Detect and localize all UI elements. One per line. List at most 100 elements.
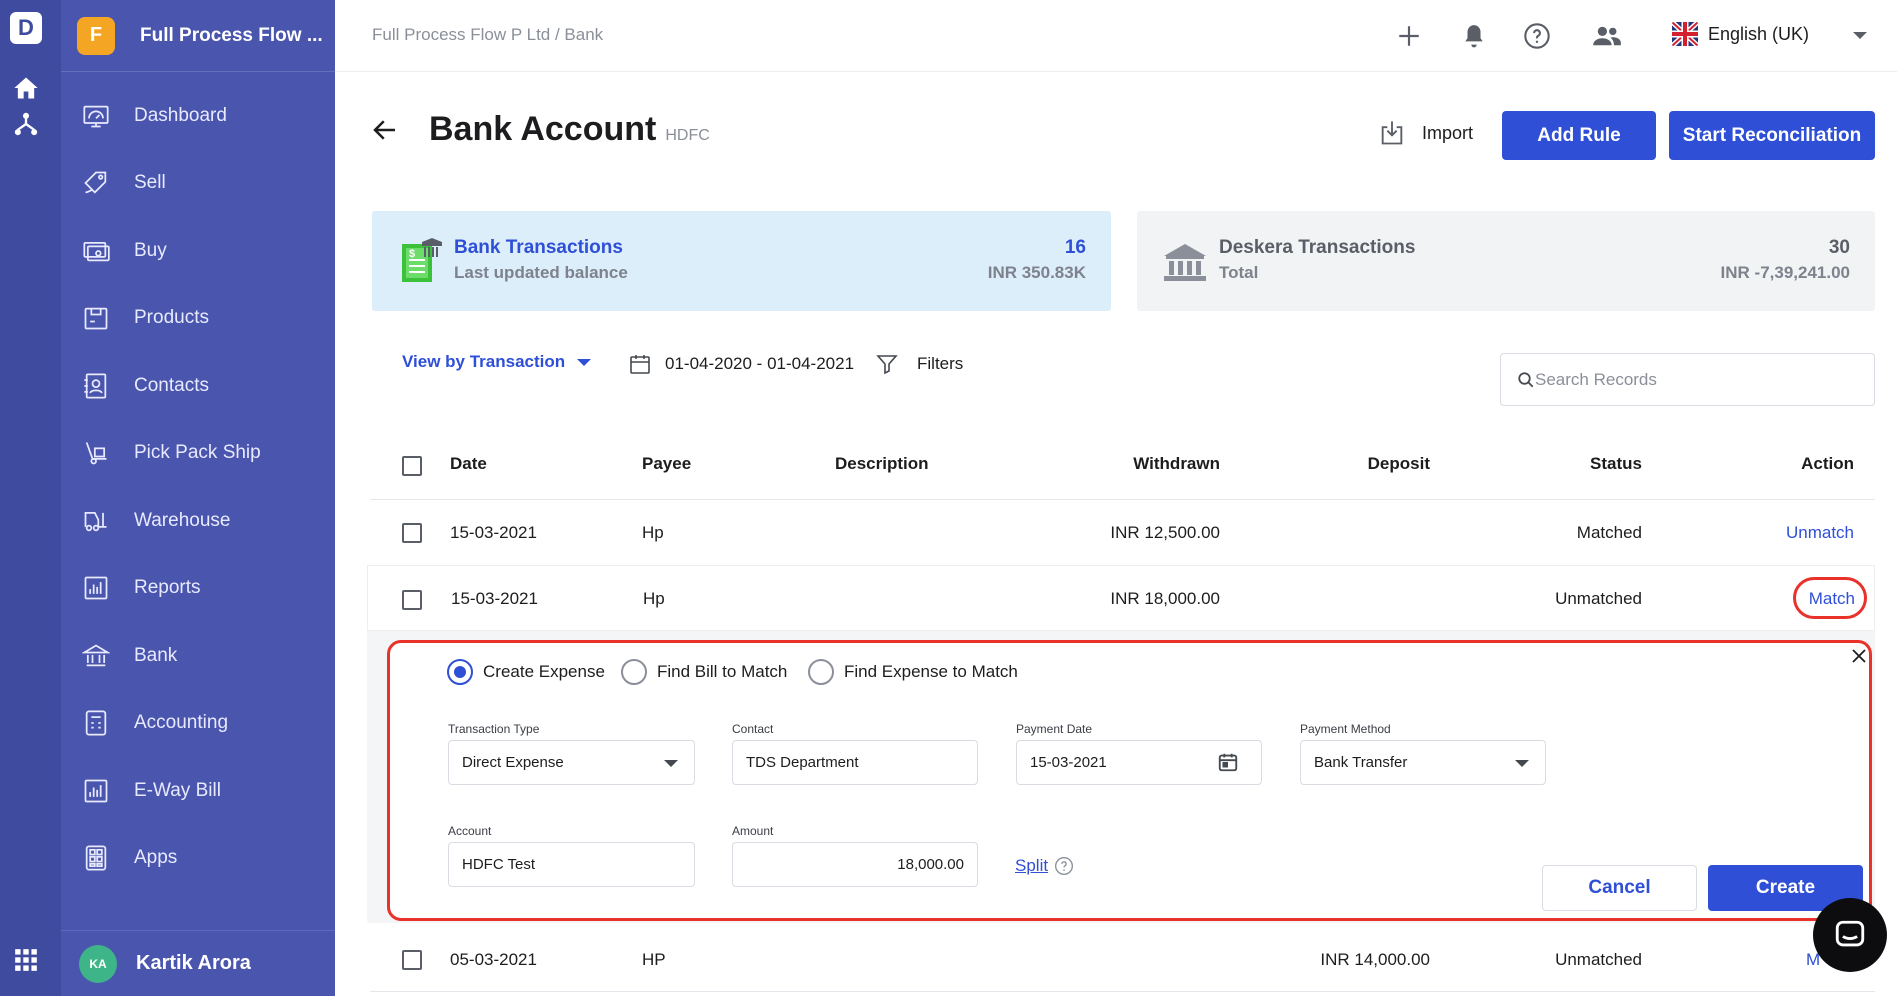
column-header-deposit[interactable]: Deposit: [1368, 454, 1430, 474]
apps-menu-icon[interactable]: [10, 944, 42, 976]
hand-truck-icon: [81, 438, 111, 468]
import-button[interactable]: Import: [1378, 119, 1473, 147]
back-arrow-icon[interactable]: [370, 115, 400, 145]
date-range-picker[interactable]: 01-04-2020 - 01-04-2021: [628, 352, 854, 376]
row-date: 15-03-2021: [450, 523, 537, 542]
radio-label: Create Expense: [483, 662, 605, 681]
unmatch-link[interactable]: Unmatch: [1786, 523, 1854, 543]
row-checkbox[interactable]: [402, 523, 422, 543]
close-icon[interactable]: [1850, 647, 1868, 665]
start-reconciliation-button[interactable]: Start Reconciliation: [1669, 111, 1875, 160]
row-withdrawn: INR 18,000.00: [1110, 589, 1220, 608]
sidebar-item-buy[interactable]: Buy: [61, 217, 335, 285]
sidebar-item-contacts[interactable]: Contacts: [61, 352, 335, 420]
sidebar-item-warehouse[interactable]: Warehouse: [61, 487, 335, 555]
sidebar-item-e-way-bill[interactable]: E-Way Bill: [61, 757, 335, 825]
help-icon[interactable]: [1054, 856, 1074, 876]
home-icon[interactable]: [10, 72, 42, 104]
org-chart-icon[interactable]: [10, 108, 42, 140]
column-header-status[interactable]: Status: [1590, 454, 1642, 474]
breadcrumb[interactable]: Full Process Flow P Ltd / Bank: [372, 25, 603, 45]
org-badge: F: [77, 16, 115, 55]
column-header-payee[interactable]: Payee: [642, 454, 691, 474]
amount-label: Amount: [732, 824, 774, 838]
radio-button-selected: [447, 659, 473, 685]
split-link[interactable]: Split: [1015, 856, 1074, 876]
cancel-button[interactable]: Cancel: [1542, 865, 1697, 911]
user-profile[interactable]: KA Kartik Arora: [61, 930, 335, 996]
payment-date-field[interactable]: 15-03-2021: [1016, 740, 1262, 785]
users-icon[interactable]: [1591, 20, 1623, 52]
sidebar-item-label: Products: [134, 307, 209, 329]
page-title: Bank Account: [429, 110, 657, 148]
split-label: Split: [1015, 856, 1049, 875]
sidebar-item-label: Pick Pack Ship: [134, 442, 261, 464]
org-switcher[interactable]: F Full Process Flow ...: [61, 0, 335, 72]
sidebar-item-dashboard[interactable]: Dashboard: [61, 82, 335, 150]
row-checkbox[interactable]: [402, 950, 422, 970]
bank-transactions-card[interactable]: $ Bank Transactions Last updated balance…: [372, 211, 1111, 311]
products-box-icon: [81, 303, 111, 333]
deskera-logo[interactable]: D: [10, 12, 42, 44]
filters-label: Filters: [917, 354, 964, 373]
sidebar-item-label: Bank: [134, 644, 178, 666]
help-icon[interactable]: [1521, 20, 1553, 52]
column-header-description[interactable]: Description: [835, 454, 929, 474]
payment-method-select[interactable]: Bank Transfer: [1300, 740, 1546, 785]
sidebar-item-accounting[interactable]: Accounting: [61, 690, 335, 758]
row-status: Matched: [1576, 523, 1642, 542]
row-payee: Hp: [643, 589, 665, 608]
divider: [370, 991, 1875, 992]
payment-date-label: Payment Date: [1016, 722, 1093, 736]
app-rail: D: [0, 0, 61, 996]
column-header-withdrawn[interactable]: Withdrawn: [1133, 454, 1220, 474]
search-icon: [1517, 371, 1535, 389]
sidebar-item-products[interactable]: Products: [61, 285, 335, 353]
account-field[interactable]: HDFC Test: [448, 842, 695, 887]
radio-create-expense[interactable]: Create Expense: [447, 659, 605, 685]
contact-field[interactable]: TDS Department: [732, 740, 978, 785]
sidebar-item-pick-pack-ship[interactable]: Pick Pack Ship: [61, 420, 335, 488]
row-date: 05-03-2021: [450, 950, 537, 969]
column-header-action[interactable]: Action: [1801, 454, 1854, 474]
add-rule-button[interactable]: Add Rule: [1502, 111, 1656, 160]
radio-find-expense-to-match[interactable]: Find Expense to Match: [808, 659, 1018, 685]
field-value: Bank Transfer: [1314, 754, 1408, 771]
field-value: HDFC Test: [462, 856, 536, 873]
sidebar-item-label: Warehouse: [134, 509, 231, 531]
sell-tag-icon: [81, 168, 111, 198]
chevron-down-icon[interactable]: [1853, 32, 1867, 39]
import-icon: [1378, 119, 1406, 147]
view-selector[interactable]: View by Transaction: [402, 352, 592, 372]
row-checkbox[interactable]: [402, 590, 422, 610]
sidebar-item-reports[interactable]: Reports: [61, 555, 335, 623]
select-all-checkbox[interactable]: [402, 456, 422, 476]
chat-icon: [1833, 918, 1867, 952]
match-link[interactable]: Match: [1809, 589, 1855, 609]
transaction-type-select[interactable]: Direct Expense: [448, 740, 695, 785]
deskera-transactions-card[interactable]: Deskera Transactions Total 30 INR -7,39,…: [1137, 211, 1875, 311]
search-input[interactable]: Search Records: [1500, 353, 1875, 406]
language-selector[interactable]: English (UK): [1672, 22, 1809, 46]
forklift-icon: [81, 506, 111, 536]
radio-button: [808, 659, 834, 685]
bank-icon: [81, 641, 111, 671]
sidebar-item-apps[interactable]: Apps: [61, 825, 335, 893]
plus-icon[interactable]: [1393, 20, 1425, 52]
sidebar-item-label: E-Way Bill: [134, 779, 221, 801]
view-label: View by Transaction: [402, 352, 566, 371]
import-label: Import: [1422, 122, 1474, 143]
calendar-icon[interactable]: [1217, 751, 1239, 773]
amount-field[interactable]: 18,000.00: [732, 842, 978, 887]
filters-button[interactable]: Filters: [875, 352, 963, 376]
bell-icon[interactable]: [1458, 20, 1490, 52]
column-header-date[interactable]: Date: [450, 454, 487, 474]
row-status: Unmatched: [1555, 589, 1642, 608]
date-range-label: 01-04-2020 - 01-04-2021: [665, 354, 855, 373]
payment-method-label: Payment Method: [1300, 722, 1391, 736]
chat-widget-button[interactable]: [1813, 898, 1887, 972]
sidebar-item-bank[interactable]: Bank: [61, 622, 335, 690]
radio-find-bill-to-match[interactable]: Find Bill to Match: [621, 659, 787, 685]
sidebar-item-sell[interactable]: Sell: [61, 150, 335, 218]
field-value: 18,000.00: [897, 856, 964, 873]
